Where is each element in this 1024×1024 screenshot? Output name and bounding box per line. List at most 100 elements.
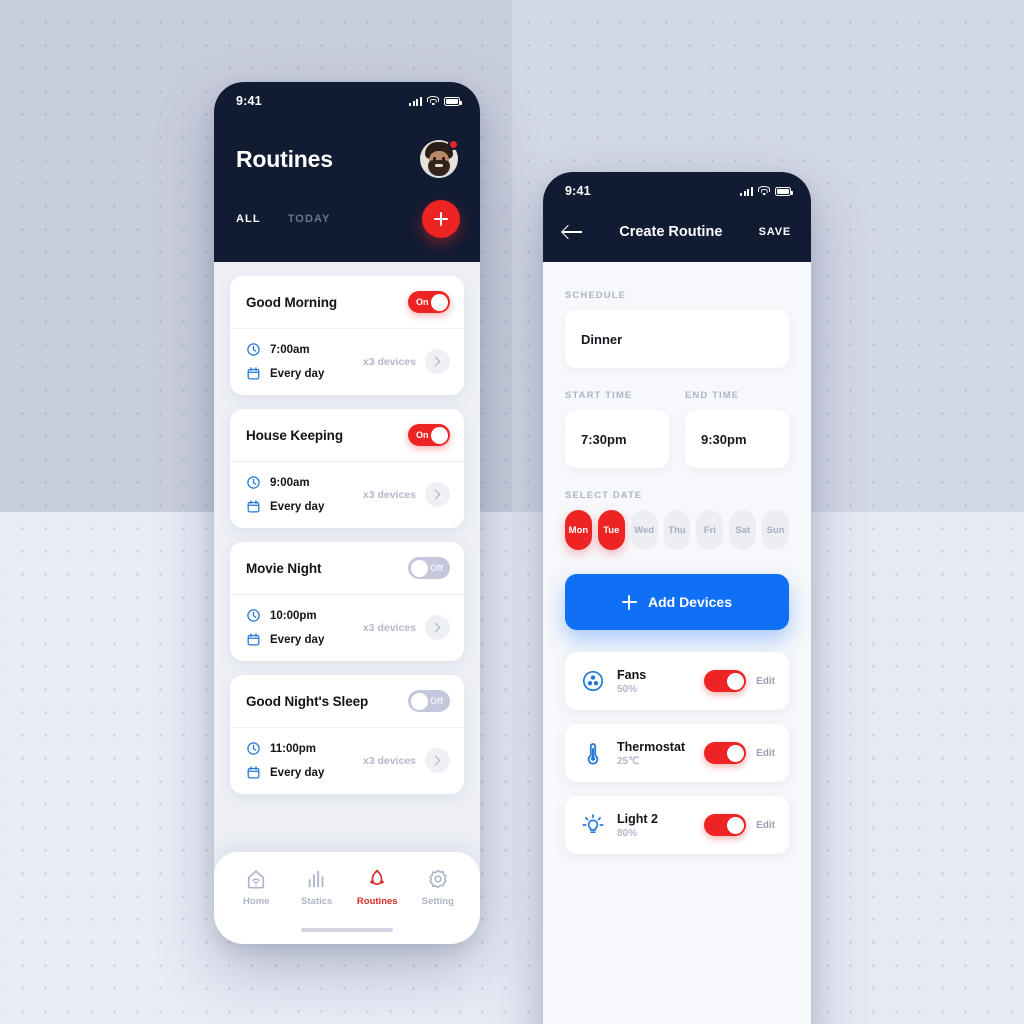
status-bar: 9:41 — [214, 82, 480, 120]
start-time-label: START TIME — [565, 390, 633, 401]
routine-card[interactable]: Good Night's Sleep Off 11:00pm Every day x3 … — [230, 675, 464, 794]
add-routine-button[interactable] — [422, 200, 460, 238]
device-row[interactable]: Fans 50% Edit — [565, 652, 789, 710]
end-time-label: END TIME — [685, 390, 740, 401]
day-chip-tue[interactable]: Tue — [597, 510, 625, 550]
routine-name: Good Night's Sleep — [246, 693, 369, 709]
device-edit-button[interactable]: Edit — [756, 748, 775, 759]
routine-time: 7:00am — [270, 343, 310, 356]
bar-chart-icon — [306, 868, 328, 890]
calendar-icon — [246, 765, 261, 780]
routine-card-header: Good Morning On — [230, 276, 464, 328]
schedule-value: Dinner — [581, 331, 623, 347]
add-devices-label: Add Devices — [647, 594, 733, 610]
routine-card[interactable]: House Keeping On 9:00am Every day x3 devices — [230, 409, 464, 528]
chevron-right-icon[interactable] — [425, 349, 450, 374]
back-arrow-icon[interactable] — [563, 224, 583, 240]
routine-list[interactable]: Good Morning On 7:00am Every day x3 devices H… — [214, 262, 480, 924]
calendar-icon — [246, 366, 261, 381]
device-toggle[interactable] — [704, 814, 747, 836]
schedule-label: SCHEDULE — [565, 290, 627, 301]
routine-device-count: x3 devices — [362, 488, 416, 501]
routine-toggle[interactable]: Off — [408, 690, 450, 712]
toggle-knob — [410, 559, 428, 577]
end-time-input[interactable]: 9:30pm — [685, 410, 789, 468]
nav-item-setting[interactable]: Setting — [410, 868, 466, 907]
nav-item-label: Setting — [421, 896, 454, 907]
nav-item-label: Home — [243, 896, 270, 907]
notification-dot-icon — [448, 139, 459, 150]
device-edit-button[interactable]: Edit — [756, 820, 775, 831]
routine-card-right: x3 devices — [363, 615, 450, 640]
routine-repeat: Every day — [270, 500, 325, 513]
device-row[interactable]: Thermostat 25℃ Edit — [565, 724, 789, 782]
save-button[interactable]: SAVE — [759, 226, 791, 238]
routine-card[interactable]: Movie Night Off 10:00pm Every day x3 devices — [230, 542, 464, 661]
tab-today[interactable]: TODAY — [288, 213, 331, 225]
day-chip-sat[interactable]: Sat — [729, 510, 757, 550]
nav-items: Home Statics Routines Setting — [214, 852, 480, 907]
day-chip-thu[interactable]: Thu — [663, 510, 691, 550]
home-indicator — [301, 927, 393, 932]
routine-card[interactable]: Good Morning On 7:00am Every day x3 devices — [230, 276, 464, 395]
device-row[interactable]: Light 2 80% Edit — [565, 796, 789, 854]
page-title: Create Routine — [619, 224, 723, 240]
day-selector[interactable]: Mon Tue Wed Thu Fri Sat Sun — [565, 510, 790, 550]
phone1-header: 9:41 Routines ALL TODAY — [214, 82, 480, 262]
routine-repeat: Every day — [270, 633, 325, 646]
nav-item-routines[interactable]: Routines — [349, 868, 405, 907]
add-devices-button[interactable]: Add Devices — [565, 574, 789, 630]
routine-name: House Keeping — [246, 427, 343, 443]
status-icons — [409, 96, 462, 106]
device-toggle[interactable] — [704, 742, 747, 764]
time-fields-row: START TIME 7:30pm END TIME 9:30pm — [565, 390, 789, 468]
routine-toggle-label: On — [416, 430, 429, 440]
phone2-header: 9:41 Create Routine SAVE — [543, 172, 811, 262]
battery-icon — [444, 97, 462, 106]
routine-device-count: x3 devices — [362, 754, 416, 767]
device-text: Fans 50% — [617, 668, 704, 695]
calendar-icon — [246, 499, 261, 514]
routine-repeat-line: Every day — [246, 765, 324, 780]
day-chip-mon[interactable]: Mon — [565, 510, 592, 550]
nav-item-home[interactable]: Home — [228, 868, 284, 907]
phone-routines-list: 9:41 Routines ALL TODAY Good Morning On … — [214, 82, 480, 944]
routine-meta: 9:00am Every day — [246, 475, 324, 514]
routine-time: 10:00pm — [270, 609, 317, 622]
device-edit-button[interactable]: Edit — [756, 676, 775, 687]
create-routine-form: SCHEDULE Dinner START TIME 7:30pm END TI… — [543, 262, 811, 972]
routine-name: Good Morning — [246, 294, 338, 310]
routine-device-count: x3 devices — [362, 355, 416, 368]
device-value: 25℃ — [617, 755, 640, 767]
day-chip-sun[interactable]: Sun — [762, 510, 790, 550]
nav-item-statics[interactable]: Statics — [289, 868, 345, 907]
routine-card-body: 7:00am Every day x3 devices — [230, 329, 464, 395]
filter-tabs: ALL TODAY — [236, 213, 330, 225]
routine-toggle[interactable]: On — [408, 424, 450, 446]
routine-toggle[interactable]: On — [408, 291, 450, 313]
chevron-right-icon[interactable] — [425, 615, 450, 640]
routine-toggle-label: Off — [430, 696, 443, 706]
nav-item-label: Routines — [356, 896, 398, 907]
schedule-input[interactable]: Dinner — [565, 310, 789, 368]
routine-name: Movie Night — [246, 560, 322, 576]
avatar[interactable] — [420, 139, 459, 178]
toggle-knob — [726, 672, 744, 690]
fan-icon — [581, 669, 605, 693]
day-chip-wed[interactable]: Wed — [630, 510, 658, 550]
wifi-icon — [758, 186, 770, 196]
clock-icon — [246, 342, 261, 357]
start-time-input[interactable]: 7:30pm — [565, 410, 669, 468]
chevron-right-icon[interactable] — [425, 748, 450, 773]
routine-repeat-line: Every day — [246, 632, 324, 647]
routine-card-body: 9:00am Every day x3 devices — [230, 462, 464, 528]
chevron-right-icon[interactable] — [425, 482, 450, 507]
device-toggle[interactable] — [704, 670, 747, 692]
routine-toggle[interactable]: Off — [408, 557, 450, 579]
day-chip-fri[interactable]: Fri — [696, 510, 724, 550]
routine-toggle-label: On — [416, 297, 429, 307]
routine-time-line: 9:00am — [246, 475, 324, 490]
wifi-icon — [427, 96, 439, 106]
routine-toggle-label: Off — [430, 563, 443, 573]
tab-all[interactable]: ALL — [236, 213, 261, 225]
